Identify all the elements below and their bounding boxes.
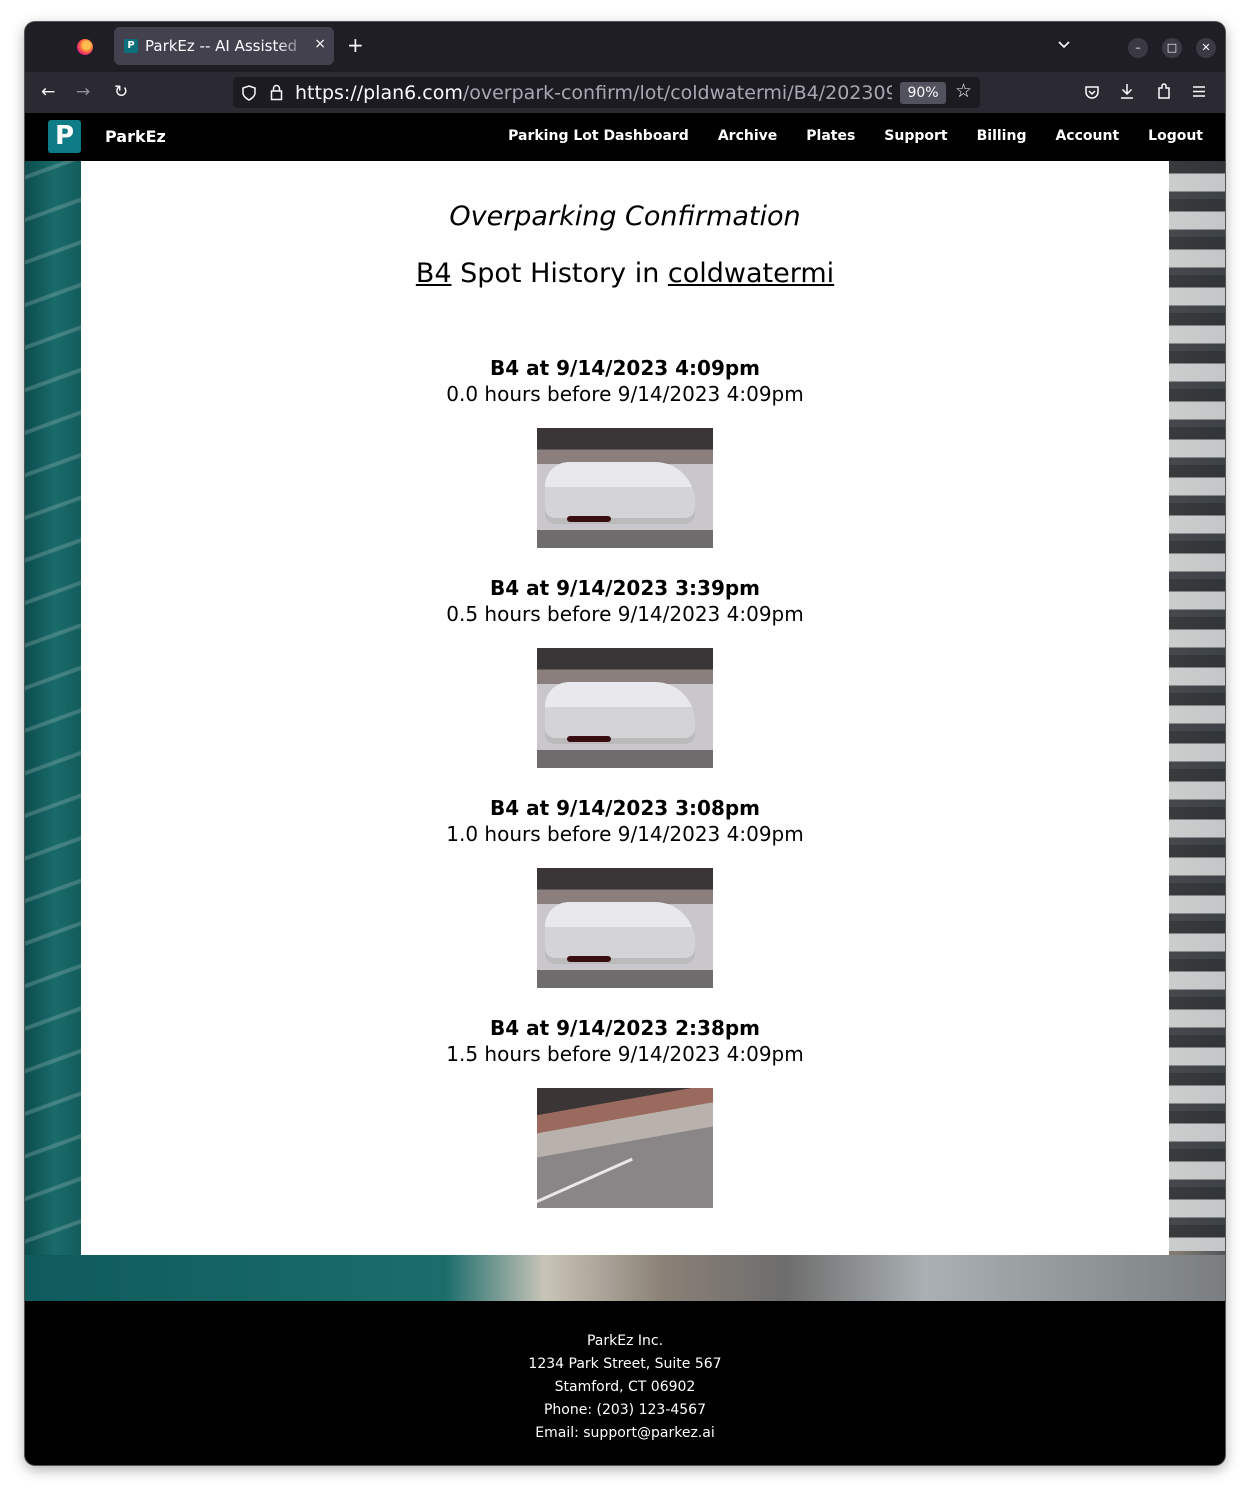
parkez-logo[interactable]: P bbox=[48, 120, 81, 153]
spot-image-car[interactable] bbox=[537, 428, 713, 548]
spot-image-car[interactable] bbox=[537, 868, 713, 988]
forward-icon[interactable]: → bbox=[76, 82, 90, 102]
nav-billing[interactable]: Billing bbox=[977, 128, 1027, 144]
entry-detail: 0.0 hours before 9/14/2023 4:09pm bbox=[446, 382, 804, 406]
site-nav-links: Parking Lot Dashboard Archive Plates Sup… bbox=[479, 128, 1203, 144]
zoom-badge[interactable]: 90% bbox=[900, 82, 946, 104]
download-icon[interactable] bbox=[1119, 83, 1135, 100]
content-panel: Overparking Confirmation B4 Spot History… bbox=[81, 161, 1169, 1255]
close-tab-icon[interactable]: × bbox=[314, 36, 326, 52]
spot-link[interactable]: B4 bbox=[416, 258, 452, 289]
url-bar[interactable]: https://plan6.com/overpark-confirm/lot/c… bbox=[233, 77, 980, 108]
site-navbar: P ParkEz Parking Lot Dashboard Archive P… bbox=[25, 113, 1225, 161]
close-window-icon[interactable]: ✕ bbox=[1196, 38, 1216, 58]
history-entry: B4 at 9/14/2023 3:08pm 1.0 hours before … bbox=[81, 795, 1169, 847]
nav-support[interactable]: Support bbox=[884, 128, 947, 144]
footer-phone: Phone: (203) 123-4567 bbox=[543, 1402, 707, 1418]
footer-company: ParkEz Inc. bbox=[586, 1333, 664, 1349]
web-page: P ParkEz Parking Lot Dashboard Archive P… bbox=[25, 113, 1225, 1465]
shield-icon[interactable] bbox=[242, 85, 256, 101]
entry-detail: 1.5 hours before 9/14/2023 4:09pm bbox=[446, 1042, 804, 1066]
history-entry: B4 at 9/14/2023 3:39pm 0.5 hours before … bbox=[81, 575, 1169, 627]
bookmark-star-icon[interactable]: ☆ bbox=[955, 80, 972, 102]
chevron-down-icon[interactable] bbox=[1057, 38, 1071, 52]
footer-street: 1234 Park Street, Suite 567 bbox=[528, 1356, 722, 1372]
maximize-icon[interactable]: □ bbox=[1162, 38, 1182, 58]
extensions-icon[interactable] bbox=[1156, 83, 1172, 100]
page-title: Overparking Confirmation bbox=[449, 201, 801, 232]
url-text[interactable]: https://plan6.com/overpark-confirm/lot/c… bbox=[295, 82, 892, 104]
spot-image-car[interactable] bbox=[537, 648, 713, 768]
history-entry: B4 at 9/14/2023 4:09pm 0.0 hours before … bbox=[81, 355, 1169, 407]
url-path: /overpark-confirm/lot/coldwatermi/B4/202… bbox=[462, 82, 892, 104]
background-parking-lot bbox=[1169, 161, 1225, 1251]
history-entry: B4 at 9/14/2023 2:38pm 1.5 hours before … bbox=[81, 1015, 1169, 1067]
url-host: https://plan6.com bbox=[295, 82, 463, 104]
footer-city: Stamford, CT 06902 bbox=[554, 1379, 696, 1395]
lock-icon[interactable] bbox=[270, 84, 283, 101]
nav-account[interactable]: Account bbox=[1055, 128, 1119, 144]
tab-strip: P ParkEz -- AI Assisted × + – □ ✕ bbox=[25, 22, 1225, 72]
browser-window: P ParkEz -- AI Assisted × + – □ ✕ ← → ↻ … bbox=[25, 22, 1225, 1465]
entry-heading: B4 at 9/14/2023 4:09pm bbox=[489, 356, 761, 380]
footer-email: Email: support@parkez.ai bbox=[535, 1425, 715, 1441]
firefox-icon[interactable] bbox=[77, 39, 93, 55]
entry-detail: 0.5 hours before 9/14/2023 4:09pm bbox=[446, 602, 804, 626]
pocket-icon[interactable] bbox=[1084, 84, 1100, 100]
nav-parking-lot-dashboard[interactable]: Parking Lot Dashboard bbox=[508, 128, 689, 144]
entry-heading: B4 at 9/14/2023 3:08pm bbox=[489, 796, 761, 820]
subtitle-text: Spot History in bbox=[451, 258, 668, 289]
spot-image-empty[interactable] bbox=[537, 1088, 713, 1208]
tab-parkez[interactable]: P ParkEz -- AI Assisted × bbox=[114, 27, 334, 65]
site-footer: ParkEz Inc. 1234 Park Street, Suite 567 … bbox=[25, 1301, 1225, 1465]
entry-detail: 1.0 hours before 9/14/2023 4:09pm bbox=[446, 822, 804, 846]
reload-icon[interactable]: ↻ bbox=[114, 82, 128, 102]
tab-title: ParkEz -- AI Assisted bbox=[145, 37, 298, 55]
minimize-icon[interactable]: – bbox=[1128, 38, 1148, 58]
back-icon[interactable]: ← bbox=[41, 82, 55, 102]
entry-heading: B4 at 9/14/2023 3:39pm bbox=[489, 576, 761, 600]
background-shoreline bbox=[25, 1255, 1225, 1301]
site-brand[interactable]: ParkEz bbox=[105, 127, 166, 146]
nav-archive[interactable]: Archive bbox=[718, 128, 777, 144]
page-subtitle: B4 Spot History in coldwatermi bbox=[81, 258, 1169, 289]
menu-icon[interactable] bbox=[1192, 85, 1206, 98]
new-tab-button[interactable]: + bbox=[347, 35, 364, 55]
parkez-favicon-icon: P bbox=[124, 39, 138, 53]
nav-plates[interactable]: Plates bbox=[806, 128, 855, 144]
lot-link[interactable]: coldwatermi bbox=[668, 258, 834, 289]
entry-heading: B4 at 9/14/2023 2:38pm bbox=[489, 1016, 761, 1040]
nav-bar: ← → ↻ https://plan6.com/overpark-confirm… bbox=[25, 72, 1225, 113]
nav-logout[interactable]: Logout bbox=[1148, 128, 1203, 144]
